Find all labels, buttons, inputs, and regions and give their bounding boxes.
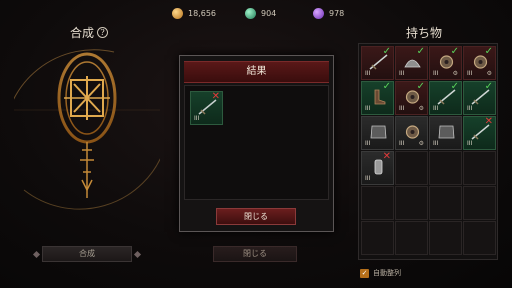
checkmark-icon: ✓ [484, 46, 493, 57]
item-tier: III [365, 105, 371, 112]
inventory-panel: ✓ III ✓ III ✓ III ⚙ ✓ III ⚙ ✓ III ✓ III ⚙ ✓ III ✓ III III II… [358, 43, 498, 260]
inventory-slot-empty[interactable] [463, 221, 496, 255]
inventory-slot[interactable]: III [429, 116, 462, 150]
inventory-slot-empty[interactable] [361, 186, 394, 220]
gold-amount: 18,656 [188, 9, 216, 18]
craft-button[interactable]: 合成 [42, 246, 132, 262]
item-tier: III [467, 140, 473, 147]
gear-icon: ⚙ [452, 70, 458, 77]
crafting-title: 合成 ? [70, 24, 109, 41]
inventory-slot[interactable]: ✓ III ⚙ [429, 46, 462, 80]
checkmark-icon: ✓ [416, 81, 425, 92]
gear-icon: ⚙ [486, 70, 492, 77]
inventory-slot-empty[interactable] [429, 186, 462, 220]
checkmark-icon: ✓ [450, 46, 459, 57]
checkmark-icon: ✓ [416, 46, 425, 57]
item-tier: III [399, 140, 405, 147]
checkmark-icon: ✓ [450, 81, 459, 92]
checkmark-icon: ✓ [382, 46, 391, 57]
inventory-slot-empty[interactable] [395, 186, 428, 220]
inventory-slot-empty[interactable] [395, 221, 428, 255]
item-tier: III [399, 70, 405, 77]
reject-icon: ✕ [484, 116, 493, 127]
currency-orb: 978 [313, 8, 344, 19]
item-tier: III [365, 175, 371, 182]
help-icon[interactable]: ? [97, 27, 109, 38]
inventory-slot[interactable]: ✓ III [361, 81, 394, 115]
main-close-button[interactable]: 閉じる [213, 246, 297, 262]
inventory-slot[interactable]: III ⚙ [395, 116, 428, 150]
item-tier: III [194, 115, 200, 122]
inventory-slot-empty[interactable] [429, 221, 462, 255]
checkbox-checked-icon[interactable]: ✓ [360, 268, 369, 278]
item-tier: III [467, 70, 473, 77]
gear-icon: ⚙ [418, 140, 424, 147]
crafting-emblem [14, 49, 160, 210]
inventory-slot[interactable]: ✓ III ⚙ [395, 81, 428, 115]
gem-amount: 904 [261, 9, 277, 18]
item-tier: III [365, 70, 371, 77]
modal-title: 結果 [184, 61, 329, 83]
reject-icon: ✕ [211, 91, 220, 102]
auto-sort-label: 自動整列 [373, 269, 401, 277]
gold-coin-icon [172, 8, 183, 19]
inventory-slot-empty[interactable] [463, 151, 496, 185]
checkmark-icon: ✓ [382, 81, 391, 92]
inventory-slot-empty[interactable] [361, 221, 394, 255]
modal-close-button[interactable]: 閉じる [216, 208, 296, 225]
inventory-slot[interactable]: ✓ III ⚙ [463, 46, 496, 80]
gear-icon: ⚙ [418, 105, 424, 112]
auto-sort-toggle[interactable]: ✓ 自動整列 [360, 268, 401, 278]
item-tier: III [399, 105, 405, 112]
item-tier: III [365, 140, 371, 147]
inventory-slot-empty[interactable] [395, 151, 428, 185]
inventory-slot-empty[interactable] [429, 151, 462, 185]
inventory-title: 持ち物 [406, 26, 443, 40]
reject-icon: ✕ [382, 151, 391, 162]
green-gem-icon [245, 8, 256, 19]
inventory-slot-empty[interactable] [463, 186, 496, 220]
armor-icon [370, 125, 387, 139]
inventory-slot[interactable]: ✕ III [361, 151, 394, 185]
result-modal: 結果 ✕ III 閉じる [179, 55, 334, 232]
checkmark-icon: ✓ [484, 81, 493, 92]
currency-gold: 18,656 [172, 8, 216, 19]
item-tier: III [433, 140, 439, 147]
ring-icon [405, 125, 420, 139]
inventory-slot[interactable]: ✓ III [429, 81, 462, 115]
result-area: ✕ III [184, 85, 329, 200]
currency-gem: 904 [245, 8, 276, 19]
inventory-slot[interactable]: ✓ III [395, 46, 428, 80]
inventory-grid: ✓ III ✓ III ✓ III ⚙ ✓ III ⚙ ✓ III ✓ III ⚙ ✓ III ✓ III III II… [361, 46, 496, 255]
inventory-slot[interactable]: ✕ III [463, 116, 496, 150]
inventory-slot[interactable]: III [361, 116, 394, 150]
armor-icon [438, 125, 455, 139]
item-tier: III [433, 105, 439, 112]
result-item-slot[interactable]: ✕ III [190, 91, 223, 125]
inventory-slot[interactable]: ✓ III [361, 46, 394, 80]
orb-amount: 978 [329, 9, 345, 18]
purple-orb-icon [313, 8, 324, 19]
item-tier: III [433, 70, 439, 77]
item-tier: III [467, 105, 473, 112]
inventory-slot[interactable]: ✓ III [463, 81, 496, 115]
